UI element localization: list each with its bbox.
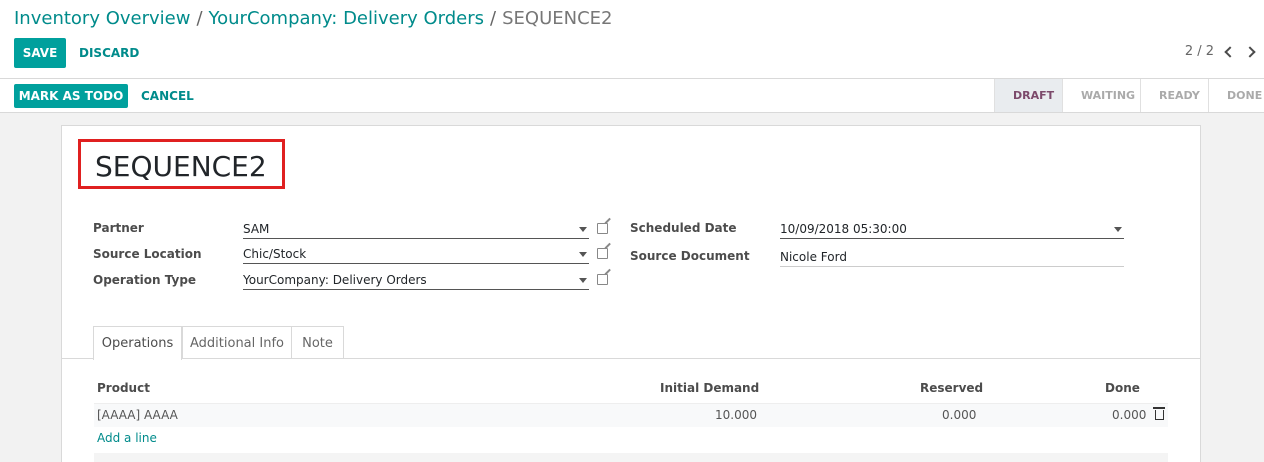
breadcrumb-inventory-overview[interactable]: Inventory Overview bbox=[14, 8, 190, 29]
caret-down-icon[interactable] bbox=[1114, 227, 1122, 232]
cell-done: 0.000 bbox=[1112, 408, 1147, 422]
breadcrumb: Inventory Overview / YourCompany: Delivery… bbox=[14, 8, 613, 29]
partner-field[interactable]: SAM bbox=[243, 219, 589, 239]
scheduled-date-value: 10/09/2018 05:30:00 bbox=[780, 221, 907, 236]
column-header-initial-demand[interactable]: Initial Demand bbox=[660, 381, 759, 395]
cancel-button[interactable]: CANCEL bbox=[141, 84, 194, 108]
scheduled-date-label: Scheduled Date bbox=[630, 221, 737, 235]
breadcrumb-separator: / bbox=[196, 8, 203, 29]
source-location-label: Source Location bbox=[93, 247, 202, 261]
save-button[interactable]: SAVE bbox=[14, 38, 66, 68]
cell-product: [AAAA] AAAA bbox=[97, 408, 178, 422]
operation-type-value: YourCompany: Delivery Orders bbox=[243, 272, 427, 287]
control-panel: Inventory Overview / YourCompany: Delivery… bbox=[0, 0, 1264, 79]
form-sheet: SEQUENCE2 Partner SAM Source Location Ch… bbox=[61, 125, 1201, 462]
operation-type-field[interactable]: YourCompany: Delivery Orders bbox=[243, 270, 589, 290]
tab-operations[interactable]: Operations bbox=[93, 326, 182, 360]
caret-down-icon[interactable] bbox=[579, 227, 587, 232]
source-document-value: Nicole Ford bbox=[780, 249, 847, 264]
stage-done: DONE bbox=[1208, 79, 1264, 112]
chevron-right-icon[interactable] bbox=[1244, 45, 1256, 58]
column-header-reserved[interactable]: Reserved bbox=[920, 381, 983, 395]
cell-initial-demand: 10.000 bbox=[715, 408, 757, 422]
stage-waiting: WAITING bbox=[1062, 79, 1140, 112]
notebook-tabs: Operations Additional Info Note bbox=[62, 326, 1200, 360]
breadcrumb-delivery-orders[interactable]: YourCompany: Delivery Orders bbox=[209, 8, 485, 29]
partner-label: Partner bbox=[93, 221, 144, 235]
source-location-value: Chic/Stock bbox=[243, 246, 307, 261]
chevron-left-icon[interactable] bbox=[1224, 45, 1236, 58]
scheduled-date-field[interactable]: 10/09/2018 05:30:00 bbox=[780, 219, 1124, 239]
pager: 2 / 2 bbox=[1185, 44, 1256, 59]
breadcrumb-separator: / bbox=[490, 8, 497, 29]
column-header-done[interactable]: Done bbox=[1105, 381, 1140, 395]
external-link-icon[interactable] bbox=[597, 248, 608, 259]
column-header-product[interactable]: Product bbox=[97, 381, 150, 395]
table-footer bbox=[94, 453, 1168, 462]
cell-reserved: 0.000 bbox=[942, 408, 977, 422]
tab-note[interactable]: Note bbox=[291, 326, 344, 359]
caret-down-icon[interactable] bbox=[579, 252, 587, 257]
external-link-icon[interactable] bbox=[597, 223, 608, 234]
source-location-field[interactable]: Chic/Stock bbox=[243, 244, 589, 264]
stage-pipeline: DRAFT WAITING READY DONE bbox=[994, 79, 1264, 112]
status-bar: MARK AS TODO CANCEL DRAFT WAITING READY … bbox=[0, 79, 1264, 113]
partner-value: SAM bbox=[243, 221, 270, 236]
stage-draft: DRAFT bbox=[994, 79, 1062, 112]
mark-as-todo-button[interactable]: MARK AS TODO bbox=[14, 84, 128, 108]
add-line-link[interactable]: Add a line bbox=[97, 431, 157, 445]
operation-type-label: Operation Type bbox=[93, 273, 197, 287]
trash-icon[interactable] bbox=[1153, 407, 1165, 420]
tab-additional-info[interactable]: Additional Info bbox=[182, 326, 292, 359]
table-row[interactable]: [AAAA] AAAA 10.000 0.000 0.000 bbox=[94, 403, 1168, 427]
discard-button[interactable]: DISCARD bbox=[79, 38, 139, 68]
stage-ready: READY bbox=[1140, 79, 1208, 112]
record-title: SEQUENCE2 bbox=[95, 150, 267, 183]
pager-value[interactable]: 2 / 2 bbox=[1185, 44, 1214, 59]
caret-down-icon[interactable] bbox=[579, 278, 587, 283]
source-document-label: Source Document bbox=[630, 249, 750, 263]
title-highlight-box: SEQUENCE2 bbox=[78, 139, 285, 189]
breadcrumb-current: SEQUENCE2 bbox=[502, 8, 613, 29]
external-link-icon[interactable] bbox=[597, 274, 608, 285]
source-document-field[interactable]: Nicole Ford bbox=[780, 247, 1124, 267]
